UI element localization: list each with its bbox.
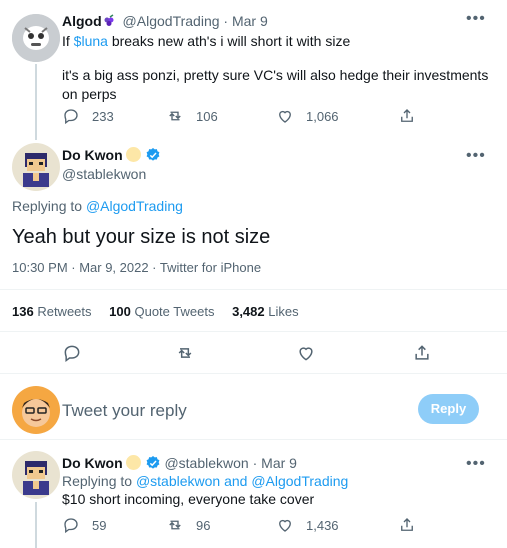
tweet3-display-name[interactable]: Do Kwon <box>62 455 123 471</box>
main-timestamp[interactable]: 10:30 PM · Mar 9, 2022 · Twitter for iPh… <box>12 260 261 275</box>
share-icon <box>401 518 413 531</box>
main-like-button[interactable] <box>296 343 328 363</box>
tweet3-separator: · <box>252 455 258 471</box>
main-replying-prefix: Replying to <box>12 198 86 214</box>
tweet3-reply-count: 59 <box>92 517 107 533</box>
main-handle[interactable]: @stablekwon <box>62 166 146 182</box>
tweet1-handle[interactable]: @AlgodTrading <box>123 13 220 29</box>
algod-avatar-image <box>12 14 60 62</box>
tweet1-text: If $luna breaks new ath's i will short i… <box>62 32 492 51</box>
retweets-label: Retweets <box>37 304 92 319</box>
likes-count: 3,482 <box>232 304 265 319</box>
avatar-dokwon-reply[interactable] <box>12 451 60 499</box>
tweet1-text-before: If <box>62 33 74 49</box>
tweet3-retweet-button[interactable]: 96 <box>166 516 210 534</box>
tweet1-reply-button[interactable]: 233 <box>62 107 114 125</box>
retweet-icon <box>169 111 181 121</box>
tweet3-reply-button[interactable]: 59 <box>62 516 106 534</box>
share-icon <box>401 109 413 122</box>
divider-2 <box>0 331 507 332</box>
heart-icon <box>279 110 291 123</box>
tweet3-text: $10 short incoming, everyone take cover <box>62 491 315 507</box>
tweet3-share-button[interactable] <box>398 516 428 534</box>
grape-emoji-icon <box>102 14 116 28</box>
current-user-avatar-image <box>12 386 60 434</box>
tweet1-like-button[interactable]: 1,066 <box>276 107 339 125</box>
likes-label: Likes <box>268 304 299 319</box>
dokwon-avatar-image <box>12 451 60 499</box>
reply-icon <box>64 345 80 362</box>
avatar-dokwon[interactable] <box>12 143 60 191</box>
likes-stat[interactable]: 3,482 Likes <box>232 304 299 319</box>
engagement-stats: 136 Retweets 100 Quote Tweets 3,482 Like… <box>12 304 299 319</box>
tweet1-separator: · <box>223 13 229 29</box>
tweet3-header: Do Kwon @stablekwon · Mar 9 <box>62 455 297 471</box>
divider-1 <box>0 289 507 290</box>
tweet1-more-icon[interactable]: ••• <box>466 11 486 27</box>
reply-submit-button[interactable]: Reply <box>418 394 479 424</box>
tweet1-retweet-button[interactable]: 106 <box>166 107 218 125</box>
tweet3-retweet-count: 96 <box>196 517 211 533</box>
heart-icon <box>279 519 291 532</box>
thread-connector <box>35 64 37 140</box>
tweet1-text-para2: it's a big ass ponzi, pretty sure VC's w… <box>62 67 489 102</box>
retweets-count: 136 <box>12 304 34 319</box>
thread-connector <box>35 502 37 548</box>
tweet1-cashtag-link[interactable]: $luna <box>74 33 108 49</box>
tweet3-date[interactable]: Mar 9 <box>261 455 297 471</box>
main-retweet-button[interactable] <box>175 343 207 363</box>
tweet1-text-after: breaks new ath's i will short it with si… <box>107 33 351 49</box>
tweet3-handle[interactable]: @stablekwon <box>164 455 248 471</box>
main-reply-button[interactable] <box>62 343 94 363</box>
retweet-icon <box>178 348 192 358</box>
verified-badge-icon <box>145 455 161 471</box>
tweet1-share-button[interactable] <box>398 107 428 125</box>
main-display-name[interactable]: Do Kwon <box>62 147 123 163</box>
tweet3-replying-prefix: Replying to <box>62 473 136 489</box>
avatar-current-user[interactable] <box>12 386 60 434</box>
avatar-algod[interactable] <box>12 14 60 62</box>
main-tweet-author: Do Kwon <box>62 147 161 163</box>
verified-badge-icon <box>145 147 161 163</box>
tweet3-like-count: 1,436 <box>306 517 339 533</box>
reply-icon <box>64 518 78 534</box>
tweet1-display-name[interactable]: Algod <box>62 13 102 29</box>
retweets-stat[interactable]: 136 Retweets <box>12 304 92 319</box>
tweet3-replying-link[interactable]: @stablekwon and @AlgodTrading <box>136 473 348 489</box>
moon-emoji-icon <box>125 455 141 470</box>
tweet1-reply-count: 233 <box>92 108 114 124</box>
heart-icon <box>299 347 313 361</box>
moon-emoji-icon <box>125 147 141 162</box>
tweet1-header: Algod @AlgodTrading · Mar 9 <box>62 13 268 29</box>
reply-icon <box>64 109 78 125</box>
reply-input[interactable]: Tweet your reply <box>62 400 402 422</box>
tweet3-replying-to: Replying to @stablekwon and @AlgodTradin… <box>62 473 348 489</box>
dokwon-avatar-image <box>12 143 60 191</box>
main-share-button[interactable] <box>412 343 444 363</box>
tweet3-like-button[interactable]: 1,436 <box>276 516 339 534</box>
quote-count: 100 <box>109 304 131 319</box>
main-tweet-text: Yeah but your size is not size <box>12 226 271 248</box>
tweet1-retweet-count: 106 <box>196 108 218 124</box>
divider-4 <box>0 439 507 440</box>
tweet3-more-icon[interactable]: ••• <box>466 456 486 472</box>
main-replying-link[interactable]: @AlgodTrading <box>86 198 183 214</box>
main-more-icon[interactable]: ••• <box>466 148 486 164</box>
quote-stat[interactable]: 100 Quote Tweets <box>109 304 214 319</box>
tweet1-like-count: 1,066 <box>306 108 339 124</box>
main-replying-to: Replying to @AlgodTrading <box>12 198 183 214</box>
divider-3 <box>0 373 507 374</box>
retweet-icon <box>169 520 181 530</box>
quote-label: Quote Tweets <box>134 304 215 319</box>
tweet1-date[interactable]: Mar 9 <box>232 13 268 29</box>
share-icon <box>415 345 429 360</box>
